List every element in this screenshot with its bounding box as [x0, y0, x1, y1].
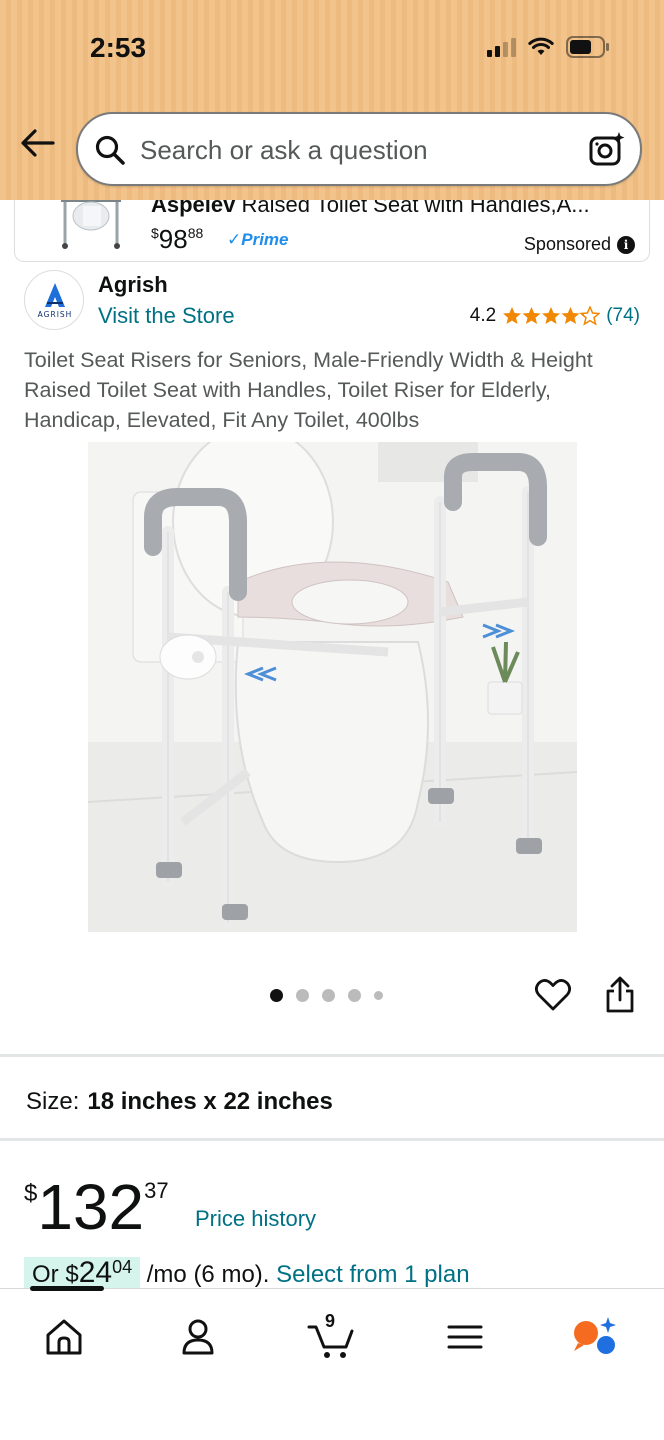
pagination-dot[interactable]	[296, 989, 309, 1002]
product-photo	[88, 442, 577, 932]
search-bar[interactable]	[76, 112, 642, 186]
brand-name: Agrish	[98, 272, 168, 297]
sponsored-price: $9888	[151, 224, 203, 255]
image-pagination[interactable]	[270, 989, 383, 1002]
installment-amount: 24	[78, 1256, 113, 1289]
star-rating-icon	[503, 306, 600, 325]
bottom-nav: 9	[0, 1286, 664, 1440]
search-input[interactable]	[140, 132, 560, 168]
add-to-list-button[interactable]	[534, 976, 572, 1019]
prime-badge: ✓Prime	[227, 230, 289, 249]
app-header: 2:53	[0, 0, 664, 200]
section-divider	[0, 1054, 664, 1057]
installment-offer[interactable]: Or $2404 /mo (6 mo). Select from 1 plan	[24, 1256, 664, 1290]
size-label: Size:	[26, 1088, 80, 1115]
person-icon	[182, 1319, 214, 1355]
cart-count: 9	[325, 1311, 336, 1331]
hamburger-menu-icon	[447, 1325, 483, 1349]
nav-account[interactable]	[176, 1315, 226, 1365]
arrow-left-icon	[21, 129, 55, 157]
sponsored-label-text: Sponsored	[523, 234, 611, 254]
home-icon	[46, 1319, 82, 1355]
pagination-dot[interactable]	[374, 991, 383, 1000]
installment-fraction: 04	[112, 1257, 133, 1277]
nav-rufus-assistant[interactable]	[570, 1315, 620, 1365]
rating-summary[interactable]: 4.2 (74)	[470, 305, 640, 327]
sponsored-price-currency: $	[151, 225, 159, 241]
pagination-dot[interactable]	[348, 989, 361, 1002]
nav-home[interactable]	[42, 1315, 92, 1365]
product-image[interactable]	[88, 442, 577, 932]
rating-value: 4.2	[469, 305, 497, 326]
installment-suffix: /mo (6 mo).	[140, 1261, 277, 1288]
review-count: (74)	[606, 305, 640, 326]
section-divider	[0, 1138, 664, 1141]
nav-menu[interactable]	[444, 1315, 494, 1365]
status-icons	[487, 36, 610, 58]
search-icon	[95, 135, 125, 165]
battery-icon	[566, 36, 609, 58]
status-time: 2:53	[90, 32, 147, 63]
back-button[interactable]	[20, 128, 60, 172]
rufus-assistant-icon	[574, 1317, 616, 1354]
cellular-signal-icon	[487, 37, 516, 57]
size-value: 18 inches x 22 inches	[87, 1088, 333, 1115]
active-tab-indicator	[30, 1286, 104, 1291]
size-selector[interactable]: Size: 18 inches x 22 inches	[26, 1088, 333, 1116]
price-history-link[interactable]: Price history	[195, 1206, 316, 1232]
pagination-dot[interactable]	[270, 989, 283, 1002]
product-title: Toilet Seat Risers for Seniors, Male-Fri…	[24, 348, 593, 432]
agrish-logo-icon: AGRISH	[38, 283, 73, 319]
price-whole: 132	[37, 1171, 145, 1243]
nav-cart[interactable]: 9	[306, 1311, 356, 1365]
share-icon	[606, 976, 634, 1013]
brand-logo[interactable]: AGRISH	[24, 270, 84, 330]
sponsored-price-fraction: 88	[187, 225, 204, 241]
price-currency: $	[24, 1180, 38, 1207]
share-button[interactable]	[604, 976, 636, 1019]
installment-prefix: Or $	[32, 1261, 79, 1288]
wifi-icon	[528, 37, 554, 55]
pagination-dot[interactable]	[322, 989, 335, 1002]
product-price: $13237	[24, 1170, 169, 1244]
visit-store-link[interactable]: Visit the Store	[98, 303, 235, 329]
heart-icon	[534, 979, 572, 1011]
logo-text: AGRISH	[38, 310, 73, 319]
info-icon[interactable]: i	[617, 235, 635, 254]
sponsored-label[interactable]: Sponsored i	[524, 234, 635, 255]
select-plan-link[interactable]: Select from 1 plan	[276, 1261, 469, 1288]
price-fraction: 37	[144, 1178, 169, 1203]
camera-lens-icon[interactable]	[588, 130, 626, 168]
sponsored-price-whole: 98	[158, 224, 188, 254]
